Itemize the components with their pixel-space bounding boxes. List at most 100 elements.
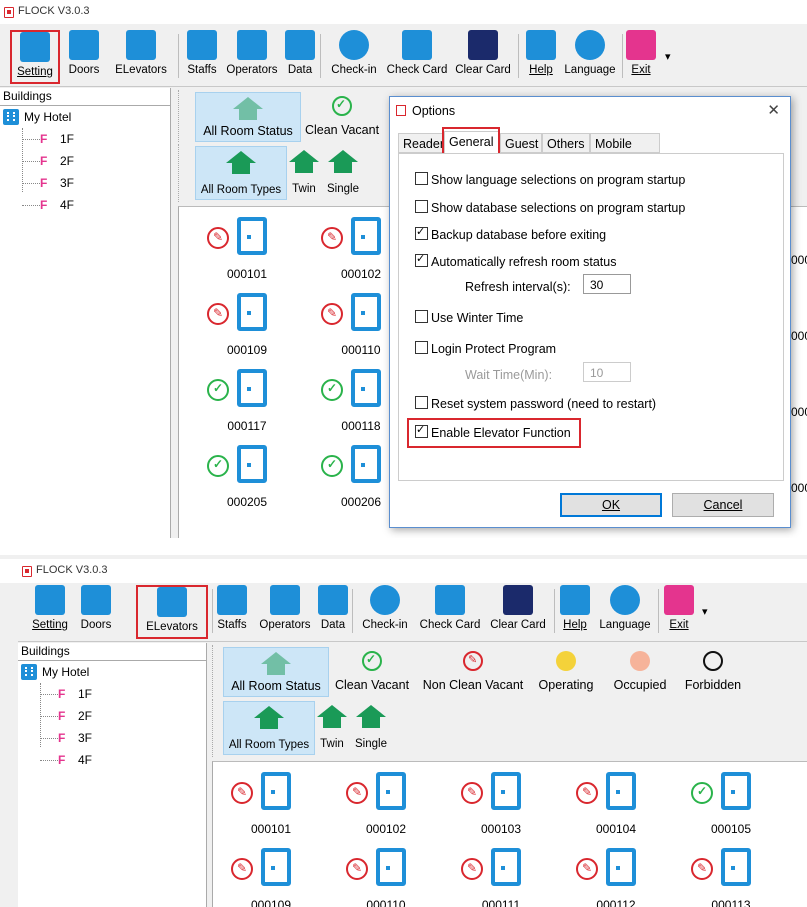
filter-all-room-types[interactable]: All Room Types (223, 701, 315, 755)
room-tile[interactable]: 000110 (346, 848, 426, 907)
close-icon[interactable]: ✕ (767, 97, 780, 125)
option-reset-password[interactable]: Reset system password (need to restart) (415, 396, 656, 412)
room-tile[interactable]: 000113 (691, 848, 771, 907)
option-login-protect[interactable]: Login Protect Program (415, 341, 556, 357)
tree-item-floor[interactable]: F 4F (0, 194, 170, 216)
checkin-button[interactable]: Check-in (356, 585, 414, 639)
checkin-button[interactable]: Check-in (326, 30, 382, 84)
filter-forbidden[interactable]: Forbidden (679, 647, 747, 695)
clear-card-button[interactable]: Clear Card (486, 585, 550, 639)
clean-vacant-icon (321, 379, 343, 401)
operators-button[interactable]: Operators (254, 585, 316, 639)
doors-button[interactable]: Doors (76, 585, 116, 639)
filter-clean-vacant[interactable]: Clean Vacant (329, 647, 415, 695)
filter-single[interactable]: Single (323, 146, 363, 198)
key-icon (339, 30, 369, 60)
room-tile[interactable]: 000102 (346, 772, 426, 836)
setting-button[interactable]: Setting (28, 585, 72, 639)
data-button[interactable]: Data (318, 585, 348, 639)
tree-item-floor[interactable]: F 4F (18, 749, 206, 771)
checkbox[interactable] (415, 251, 428, 267)
filter-single[interactable]: Single (351, 701, 391, 753)
exit-button[interactable]: Exit (626, 30, 656, 84)
cancel-button[interactable]: Cancel (672, 493, 774, 517)
option-winter-time[interactable]: Use Winter Time (415, 310, 523, 326)
doors-button[interactable]: Doors (64, 30, 104, 84)
check-card-button[interactable]: Check Card (416, 585, 484, 639)
wait-time-input[interactable]: 10 (583, 362, 631, 382)
room-tile[interactable]: 000111 (461, 848, 541, 907)
operators-button[interactable]: Operators (222, 30, 282, 84)
filter-operating[interactable]: Operating (529, 647, 603, 695)
checkbox[interactable] (415, 224, 428, 240)
setting-button[interactable]: Setting (10, 30, 60, 84)
tree-item-building[interactable]: My Hotel (18, 661, 206, 683)
room-tile[interactable]: 000117 (207, 369, 287, 433)
filter-non-clean-vacant[interactable]: Non Clean Vacant (419, 647, 527, 695)
option-show-database[interactable]: Show database selections on program star… (415, 200, 685, 216)
checkbox[interactable] (415, 172, 428, 185)
filter-all-room-status[interactable]: All Room Status (223, 647, 329, 697)
tree-item-floor[interactable]: F 1F (18, 683, 206, 705)
filter-all-room-status[interactable]: All Room Status (195, 92, 301, 142)
door-icon (351, 293, 381, 331)
non-clean-vacant-icon (463, 651, 483, 671)
filter-twin[interactable]: Twin (287, 146, 321, 198)
room-tile[interactable]: 000104 (576, 772, 656, 836)
tree-item-floor[interactable]: F 3F (0, 172, 170, 194)
tree-line (22, 183, 40, 184)
tree-item-building[interactable]: My Hotel (0, 106, 170, 128)
filter-occupied[interactable]: Occupied (605, 647, 675, 695)
room-tile[interactable]: 000101 (207, 217, 287, 281)
floor-icon: F (40, 132, 48, 146)
room-tile[interactable]: 000105 (691, 772, 771, 836)
data-button[interactable]: Data (285, 30, 315, 84)
tree-item-floor[interactable]: F 2F (18, 705, 206, 727)
staffs-button[interactable]: Staffs (214, 585, 250, 639)
tree-item-floor[interactable]: F 1F (0, 128, 170, 150)
tree-item-floor[interactable]: F 2F (0, 150, 170, 172)
clean-vacant-icon (332, 96, 352, 116)
check-card-button[interactable]: Check Card (384, 30, 450, 84)
tree-item-floor[interactable]: F 3F (18, 727, 206, 749)
toolbar-separator (320, 34, 321, 78)
clear-card-button[interactable]: Clear Card (452, 30, 514, 84)
tab-others[interactable]: Others (542, 133, 590, 153)
room-tile[interactable]: 000112 (576, 848, 656, 907)
room-tile[interactable]: 000103 (461, 772, 541, 836)
non-clean-vacant-icon (321, 227, 343, 249)
language-button[interactable]: Language (560, 30, 620, 84)
room-tile[interactable]: 000101 (231, 772, 311, 836)
ok-button[interactable]: OK (560, 493, 662, 517)
chevron-down-icon[interactable]: ▾ (702, 605, 708, 618)
language-button[interactable]: Language (594, 585, 656, 639)
filter-clean-vacant[interactable]: Clean Vacant (301, 92, 383, 140)
building-tree: My Hotel F 1F F 2F F 3F F 4F (18, 661, 206, 771)
refresh-interval-input[interactable]: 30 (583, 274, 631, 294)
room-tile[interactable]: 000205 (207, 445, 287, 509)
exit-button[interactable]: Exit (664, 585, 694, 639)
room-tile[interactable]: 000109 (231, 848, 311, 907)
help-button[interactable]: Help (558, 585, 592, 639)
chevron-down-icon[interactable]: ▾ (665, 50, 671, 63)
tab-reader[interactable]: Reader (398, 133, 444, 153)
filter-all-room-types[interactable]: All Room Types (195, 146, 287, 200)
tab-guest[interactable]: Guest (500, 133, 542, 153)
checkbox[interactable] (415, 310, 428, 323)
room-tile[interactable]: 000109 (207, 293, 287, 357)
help-button[interactable]: Help (524, 30, 558, 84)
floor-icon: F (40, 198, 48, 212)
option-backup-database[interactable]: Backup database before exiting (415, 224, 606, 243)
checkbox[interactable] (415, 200, 428, 213)
tab-mobile-key[interactable]: Mobile Key (590, 133, 660, 171)
filter-twin[interactable]: Twin (315, 701, 349, 753)
elevators-button[interactable]: ELevators (136, 585, 208, 639)
elevators-button[interactable]: ELevators (110, 30, 172, 84)
status-filter-bar: All Room Status Clean Vacant Non Clean V… (212, 645, 807, 697)
checkbox[interactable] (415, 341, 428, 354)
staffs-button[interactable]: Staffs (184, 30, 220, 84)
operators-icon (270, 585, 300, 615)
option-show-language[interactable]: Show language selections on program star… (415, 172, 685, 188)
option-auto-refresh[interactable]: Automatically refresh room status (415, 251, 617, 270)
checkbox[interactable] (415, 396, 428, 409)
